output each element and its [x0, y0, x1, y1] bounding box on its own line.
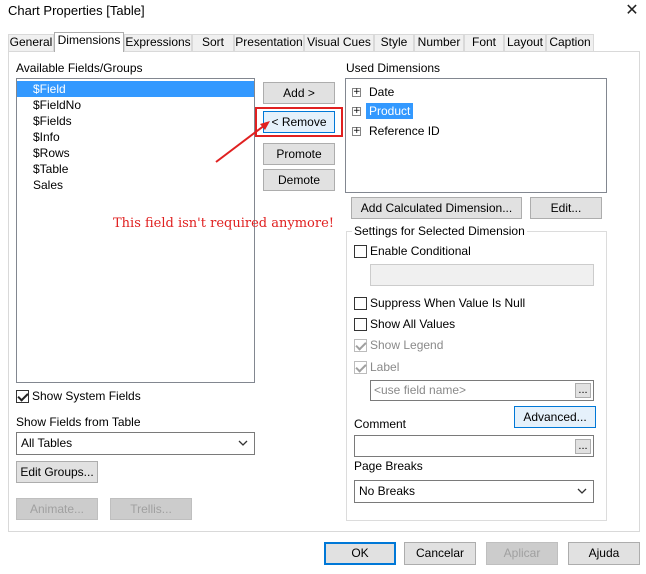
tree-item-product[interactable]: + Product	[352, 102, 414, 120]
available-fields-label: Available Fields/Groups	[16, 61, 143, 75]
add-button[interactable]: Add >	[263, 82, 335, 104]
page-breaks-value: No Breaks	[359, 484, 416, 498]
checkbox-icon[interactable]	[16, 390, 29, 404]
show-system-fields-checkbox[interactable]: Show System Fields	[16, 389, 141, 404]
list-item[interactable]: $FieldNo	[17, 97, 254, 113]
expand-plus-icon[interactable]: +	[352, 127, 361, 137]
show-legend-checkbox: Show Legend	[354, 338, 443, 353]
tab-font[interactable]: Font	[464, 34, 504, 51]
show-all-values-checkbox[interactable]: Show All Values	[354, 317, 455, 332]
tab-caption[interactable]: Caption	[546, 34, 594, 51]
show-fields-from-table-label: Show Fields from Table	[16, 415, 141, 429]
show-system-fields-label: Show System Fields	[32, 389, 141, 403]
edit-dimension-button[interactable]: Edit...	[530, 197, 602, 219]
tab-presentation[interactable]: Presentation	[234, 34, 304, 51]
checkbox-icon	[354, 361, 367, 375]
used-dimensions-tree[interactable]: + Date + Product + Reference ID	[345, 78, 607, 193]
tab-number[interactable]: Number	[414, 34, 464, 51]
table-select[interactable]: All Tables	[16, 432, 255, 455]
label-field[interactable]: <use field name> ...	[370, 380, 594, 401]
annotation-arrow-icon	[215, 121, 270, 163]
tab-layout[interactable]: Layout	[504, 34, 546, 51]
checkbox-icon[interactable]	[354, 318, 367, 332]
enable-conditional-checkbox[interactable]: Enable Conditional	[354, 244, 471, 259]
cancel-button[interactable]: Cancelar	[404, 542, 476, 565]
expand-plus-icon[interactable]: +	[352, 88, 361, 98]
ok-button[interactable]: OK	[324, 542, 396, 565]
comment-label: Comment	[354, 417, 407, 431]
tab-expressions[interactable]: Expressions	[124, 34, 192, 51]
chevron-down-icon	[238, 440, 248, 446]
demote-button[interactable]: Demote	[263, 169, 335, 191]
used-dimensions-label: Used Dimensions	[346, 61, 441, 75]
label-placeholder: <use field name>	[374, 383, 467, 397]
tab-style[interactable]: Style	[374, 34, 414, 51]
chevron-down-icon	[577, 488, 587, 494]
checkbox-icon	[354, 339, 367, 353]
tab-general[interactable]: General	[8, 34, 54, 51]
window-title: Chart Properties [Table]	[8, 3, 145, 18]
edit-groups-button[interactable]: Edit Groups...	[16, 461, 98, 483]
tab-visual-cues[interactable]: Visual Cues	[304, 34, 374, 51]
comment-ellipsis-button[interactable]: ...	[575, 439, 591, 454]
tab-sort[interactable]: Sort	[192, 34, 234, 51]
checkbox-icon[interactable]	[354, 297, 367, 311]
trellis-button[interactable]: Trellis...	[110, 498, 192, 520]
suppress-null-checkbox[interactable]: Suppress When Value Is Null	[354, 296, 525, 311]
page-breaks-label: Page Breaks	[354, 459, 423, 473]
label-checkbox: Label	[354, 360, 399, 375]
close-icon[interactable]: ✕	[622, 2, 642, 20]
page-breaks-select[interactable]: No Breaks	[354, 480, 594, 503]
label-ellipsis-button[interactable]: ...	[575, 383, 591, 398]
apply-button[interactable]: Aplicar	[486, 542, 558, 565]
checkbox-icon[interactable]	[354, 245, 367, 259]
list-item[interactable]: Sales	[17, 177, 254, 193]
comment-field[interactable]: ...	[354, 435, 594, 457]
annotation-text: This field isn't required anymore!	[113, 216, 334, 231]
add-calculated-dimension-button[interactable]: Add Calculated Dimension...	[351, 197, 522, 219]
settings-title: Settings for Selected Dimension	[352, 224, 527, 238]
help-button[interactable]: Ajuda	[568, 542, 640, 565]
list-item[interactable]: $Field	[17, 81, 254, 97]
tree-item-date[interactable]: + Date	[352, 83, 397, 101]
tree-item-reference-id[interactable]: + Reference ID	[352, 122, 443, 140]
table-select-value: All Tables	[21, 436, 73, 450]
expand-plus-icon[interactable]: +	[352, 107, 361, 117]
conditional-expression-field	[370, 264, 594, 286]
advanced-button[interactable]: Advanced...	[514, 406, 596, 428]
tab-dimensions[interactable]: Dimensions	[54, 32, 124, 52]
animate-button[interactable]: Animate...	[16, 498, 98, 520]
